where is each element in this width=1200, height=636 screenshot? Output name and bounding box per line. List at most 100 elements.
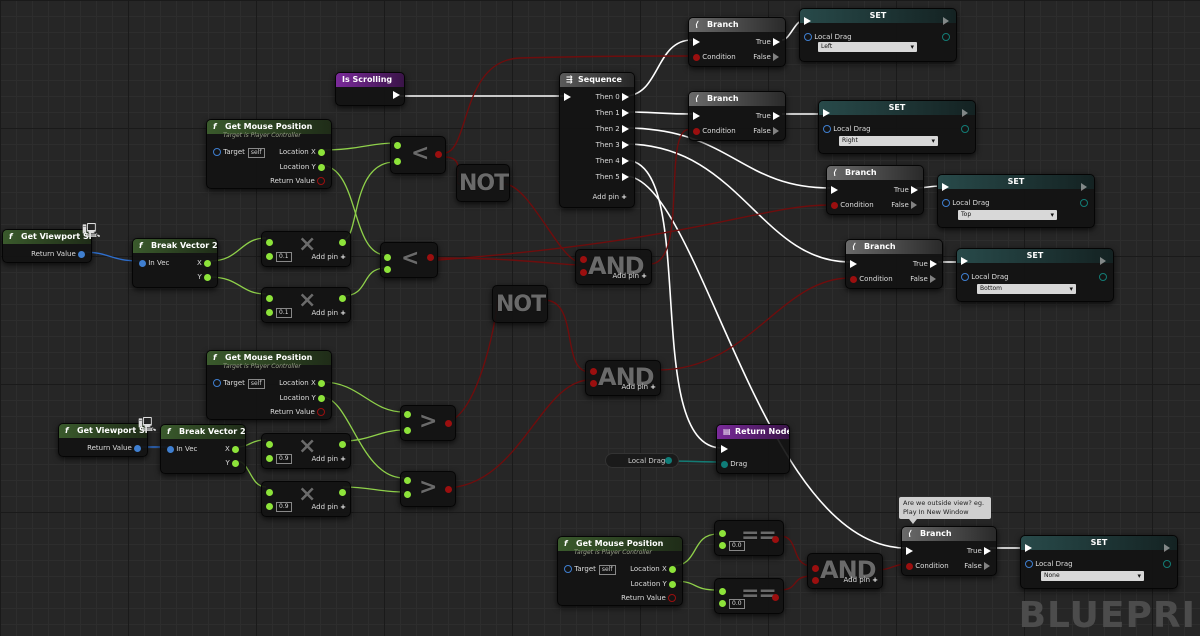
set4-exec-out[interactable] (1100, 257, 1107, 265)
branch1-false-pin[interactable] (773, 53, 780, 61)
eq1-b[interactable] (719, 541, 726, 549)
return-node[interactable]: ▤ Return Node Drag (716, 424, 790, 474)
set5-exec-in[interactable] (1025, 544, 1032, 552)
and2-add-pin[interactable]: Add pin + (622, 381, 656, 393)
break-vector-node-2[interactable]: f Break Vector 2D In Vec X Y (160, 424, 246, 474)
branch2-true-pin[interactable] (773, 112, 780, 120)
set5-dropdown[interactable]: None (1041, 571, 1144, 581)
local-drag-getter[interactable]: Local Drag (605, 453, 679, 468)
mul4-add-pin[interactable]: Add pin + (312, 501, 346, 513)
set2-pin[interactable] (823, 125, 831, 133)
set2-exec-out[interactable] (962, 109, 969, 117)
and3-b[interactable] (812, 576, 819, 584)
sequence-exec-in[interactable] (564, 93, 571, 101)
set4-dropdown[interactable]: Bottom (977, 284, 1076, 294)
exec-out-pin[interactable] (393, 91, 400, 99)
mul4-a[interactable] (266, 488, 273, 496)
gmp3-ret-pin[interactable] (668, 594, 676, 602)
set3-exec-out[interactable] (1081, 183, 1088, 191)
branch5-false-pin[interactable] (984, 562, 991, 570)
mul3-add-pin[interactable]: Add pin + (312, 453, 346, 465)
less2-b[interactable] (384, 265, 391, 273)
branch-node-1[interactable]: ⟨ Branch Condition True False (688, 17, 786, 67)
gmp3-x-pin[interactable] (669, 565, 676, 573)
set1-pin[interactable] (804, 33, 812, 41)
and-node-3[interactable]: AND Add pin + (807, 553, 883, 589)
break-vector-node-1[interactable]: f Break Vector 2D In Vec X Y (132, 238, 218, 288)
mul4-out[interactable] (339, 488, 346, 496)
less1-b[interactable] (394, 157, 401, 165)
mul3-value[interactable]: 0.9 (276, 454, 292, 464)
mul1-a[interactable] (266, 238, 273, 246)
branch5-exec-in[interactable] (906, 547, 913, 555)
branch4-exec-in[interactable] (850, 260, 857, 268)
branch-node-5[interactable]: ⟨ Branch Condition True False (901, 526, 997, 576)
gt1-out[interactable] (445, 419, 452, 427)
then5-pin[interactable] (622, 173, 629, 181)
gt2-out[interactable] (445, 485, 452, 493)
set-node-right[interactable]: SET Local Drag Right (818, 100, 976, 154)
and3-add-pin[interactable]: Add pin + (844, 574, 878, 586)
and3-a[interactable] (812, 564, 819, 572)
bv1-in-pin[interactable] (139, 259, 146, 267)
set1-dropdown[interactable]: Left (818, 42, 917, 52)
set3-dropdown[interactable]: Top (958, 210, 1057, 220)
bv2-y-pin[interactable] (232, 459, 239, 467)
get-mouse-position-node-2[interactable]: f Get Mouse Position Target is Player Con… (206, 350, 332, 420)
branch5-true-pin[interactable] (984, 547, 991, 555)
then3-pin[interactable] (622, 141, 629, 149)
branch3-cond-pin[interactable] (831, 201, 838, 209)
branch1-exec-in[interactable] (693, 38, 700, 46)
set-node-bottom[interactable]: SET Local Drag Bottom (956, 248, 1114, 302)
set4-out-pin[interactable] (1099, 273, 1107, 281)
sequence-add-pin[interactable]: Add pin + (593, 191, 627, 203)
mul3-out[interactable] (339, 440, 346, 448)
and2-b[interactable] (590, 379, 597, 387)
set1-exec-out[interactable] (943, 17, 950, 25)
gmp2-y-pin[interactable] (318, 394, 325, 402)
and1-add-pin[interactable]: Add pin + (613, 270, 647, 282)
less-node-2[interactable]: < (380, 242, 438, 278)
sequence-node[interactable]: ⇶ Sequence Then 0 Then 1 Then 2 Then 3 Th… (559, 72, 635, 208)
then2-pin[interactable] (622, 125, 629, 133)
set1-exec-in[interactable] (804, 17, 811, 25)
branch3-false-pin[interactable] (911, 201, 918, 209)
eq1-value[interactable]: 0.0 (729, 541, 745, 551)
and-node-2[interactable]: AND Add pin + (585, 360, 661, 396)
mul1-add-pin[interactable]: Add pin + (312, 251, 346, 263)
get-mouse-position-node-1[interactable]: f Get Mouse Position Target is Player Con… (206, 119, 332, 189)
set5-out-pin[interactable] (1163, 560, 1171, 568)
get-viewport-size-node-2[interactable]: fGet Viewport Size Return Value (58, 423, 148, 457)
multiply-node-3[interactable]: × 0.9 Add pin + (261, 433, 351, 469)
mul4-value[interactable]: 0.9 (276, 502, 292, 512)
gmp2-ret-pin[interactable] (317, 408, 325, 416)
then0-pin[interactable] (622, 93, 629, 101)
mul2-out[interactable] (339, 294, 346, 302)
gvs2-ret-pin[interactable] (134, 444, 141, 452)
branch-node-3[interactable]: ⟨ Branch Condition True False (826, 165, 924, 215)
eq2-b[interactable] (719, 599, 726, 607)
not-node-1[interactable]: NOT (456, 164, 510, 202)
set4-exec-in[interactable] (961, 257, 968, 265)
greater-node-1[interactable]: > (400, 405, 456, 441)
multiply-node-1[interactable]: × 0.1 Add pin + (261, 231, 351, 267)
set-node-top[interactable]: SET Local Drag Top (937, 174, 1095, 228)
set2-out-pin[interactable] (961, 125, 969, 133)
return-exec-in[interactable] (721, 445, 728, 453)
mul2-a[interactable] (266, 294, 273, 302)
set4-pin[interactable] (961, 273, 969, 281)
branch4-false-pin[interactable] (930, 275, 937, 283)
gmp3-y-pin[interactable] (669, 580, 676, 588)
branch-node-4[interactable]: ⟨ Branch Condition True False (845, 239, 943, 289)
mul3-a[interactable] (266, 440, 273, 448)
and1-a[interactable] (580, 255, 587, 263)
gmp1-y-pin[interactable] (318, 163, 325, 171)
less-node-1[interactable]: < (390, 136, 446, 174)
multiply-node-4[interactable]: × 0.9 Add pin + (261, 481, 351, 517)
less1-out[interactable] (435, 150, 442, 158)
gt2-b[interactable] (404, 490, 411, 498)
gmp1-x-pin[interactable] (318, 148, 325, 156)
eq1-a[interactable] (719, 529, 726, 537)
multiply-node-2[interactable]: × 0.1 Add pin + (261, 287, 351, 323)
get-mouse-position-node-3[interactable]: f Get Mouse Position Target is Player Con… (557, 536, 683, 606)
